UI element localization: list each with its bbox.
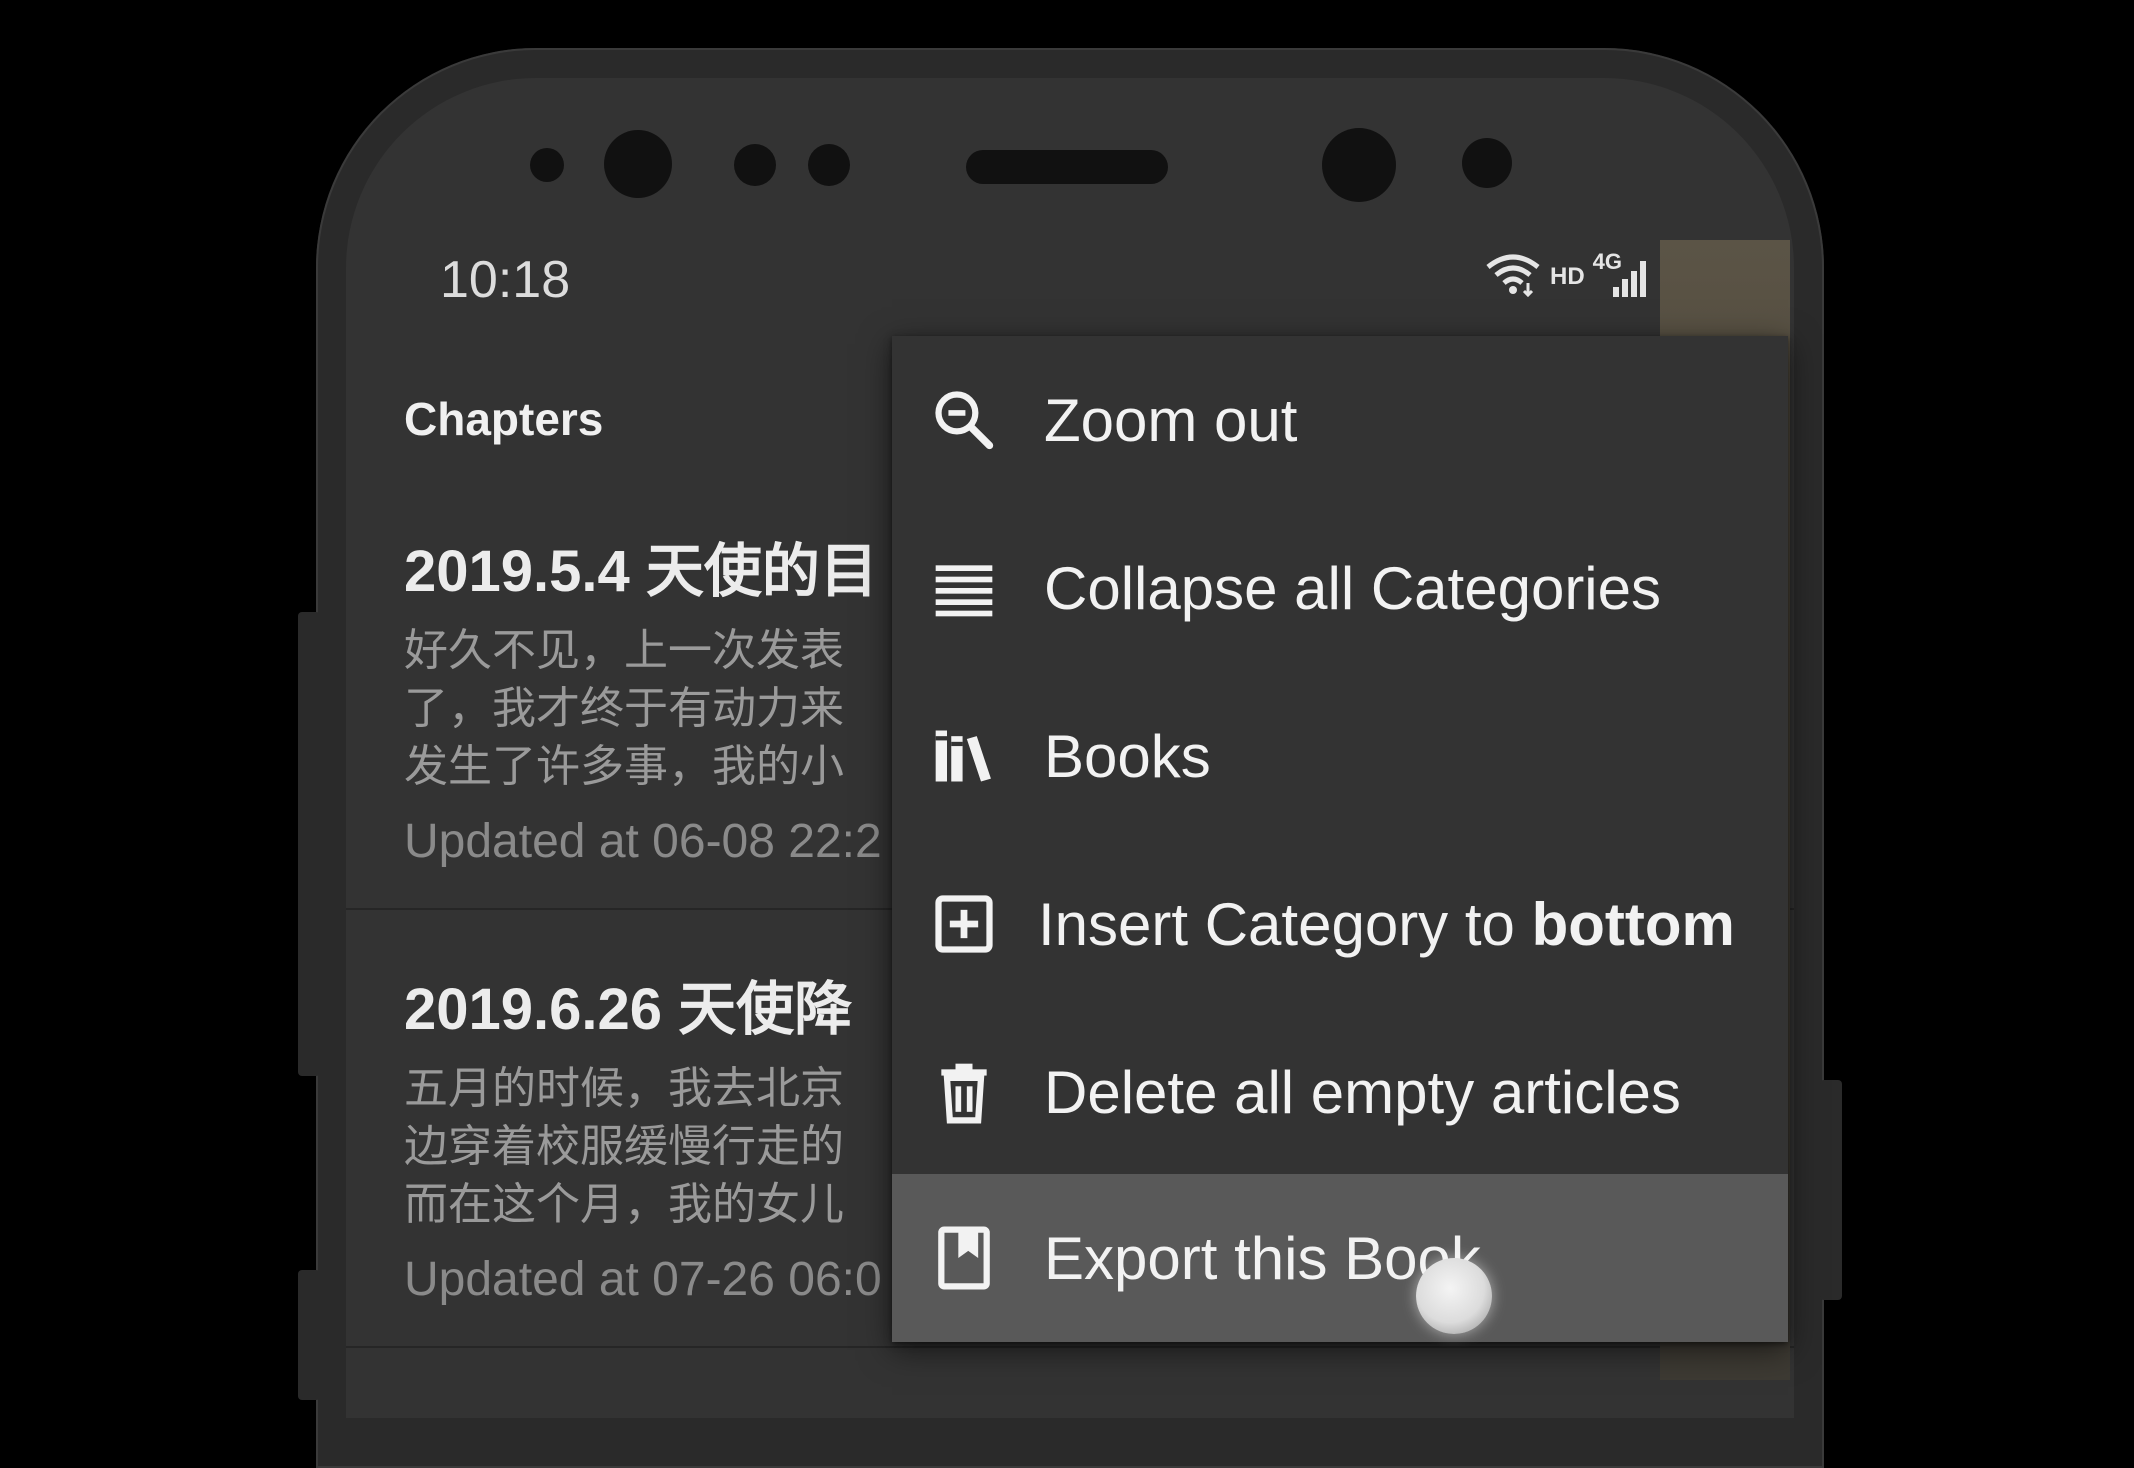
menu-item-label: Delete all empty articles <box>1044 1058 1681 1126</box>
menu-item-label: Export this Book <box>1044 1224 1481 1292</box>
menu-item-label: Zoom out <box>1044 386 1298 454</box>
signal-icon: 4G <box>1593 249 1651 299</box>
divider <box>346 1346 1794 1348</box>
menu-item-label: Collapse all Categories <box>1044 554 1661 622</box>
hd-label: HD <box>1550 263 1585 290</box>
page-title: Chapters <box>404 393 604 445</box>
add-box-icon <box>926 886 1002 962</box>
menu-item-label: Insert Category to bottom <box>1038 890 1735 959</box>
collapse-lines-icon <box>926 550 1002 626</box>
side-button-left <box>298 612 320 1076</box>
menu-item-export-book[interactable]: Export this Book <box>892 1174 1788 1342</box>
side-button-right <box>1820 1080 1842 1300</box>
front-camera <box>604 130 672 198</box>
status-time: 10:18 <box>440 251 571 309</box>
side-button-left-lower <box>298 1270 320 1400</box>
books-icon <box>926 718 1002 794</box>
zoom-out-icon <box>926 382 1002 458</box>
overflow-menu: Zoom out Collapse all Categories Books I… <box>892 336 1788 1342</box>
trash-icon <box>926 1054 1002 1130</box>
menu-item-collapse-all[interactable]: Collapse all Categories <box>892 504 1788 672</box>
sensor-dot <box>734 144 776 186</box>
menu-item-books[interactable]: Books <box>892 672 1788 840</box>
sensor-dot <box>530 148 564 182</box>
menu-item-zoom-out[interactable]: Zoom out <box>892 336 1788 504</box>
earpiece-speaker <box>966 150 1168 184</box>
sensor-dot <box>808 144 850 186</box>
bookmark-icon <box>926 1220 1002 1296</box>
label-bold: bottom <box>1531 890 1735 958</box>
menu-item-insert-category[interactable]: Insert Category to bottom <box>892 840 1788 1008</box>
label-prefix: Insert Category to <box>1038 890 1532 958</box>
sensor-dot <box>1462 138 1512 188</box>
front-camera-secondary <box>1322 128 1396 202</box>
menu-item-label: Books <box>1044 722 1211 790</box>
menu-item-delete-empty[interactable]: Delete all empty articles <box>892 1008 1788 1176</box>
touch-indicator <box>1416 1258 1492 1334</box>
wifi-icon <box>1484 253 1542 302</box>
